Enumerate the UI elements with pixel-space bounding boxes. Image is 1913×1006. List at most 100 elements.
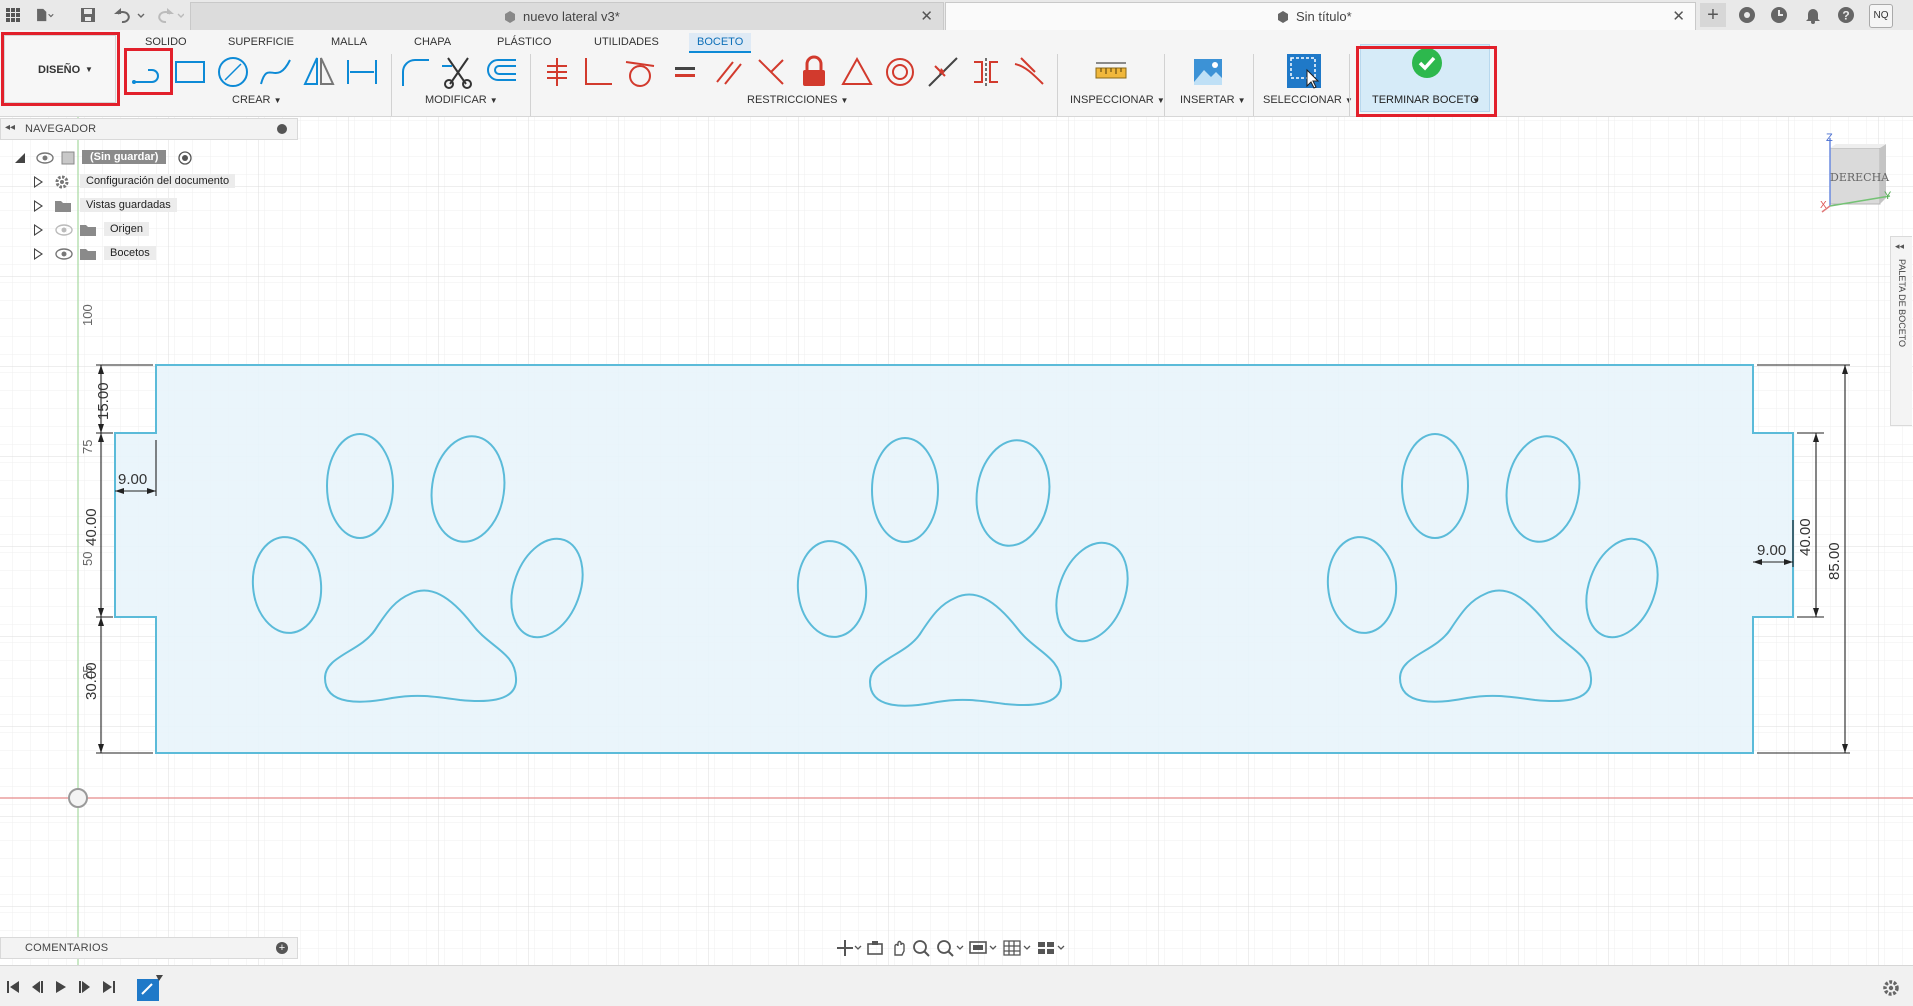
viewports-icon[interactable] <box>1036 939 1066 957</box>
timeline-next-icon[interactable] <box>78 980 92 994</box>
timeline-start-icon[interactable] <box>6 980 20 994</box>
trim-tool-icon[interactable] <box>440 54 476 90</box>
insert-image-icon[interactable] <box>1190 54 1226 90</box>
tab-plastico[interactable]: PLÁSTICO <box>489 33 559 51</box>
group-seleccionar[interactable]: SELECCIONAR ▼ <box>1263 94 1353 106</box>
expand-down-icon[interactable] <box>14 152 26 164</box>
tab-boceto[interactable]: BOCETO <box>689 33 752 53</box>
pan-hand-icon[interactable] <box>890 939 908 957</box>
expand-left-icon[interactable]: ◂◂ <box>1895 241 1904 252</box>
activate-radio-icon[interactable] <box>178 151 192 165</box>
extensions-icon[interactable] <box>1737 5 1757 25</box>
dim-bottom-height[interactable]: 30.00 <box>83 662 100 700</box>
triangle-constraint-icon[interactable] <box>839 54 875 90</box>
circle-tool-icon[interactable] <box>215 54 251 90</box>
save-icon[interactable] <box>78 5 98 25</box>
user-avatar[interactable]: NQ <box>1869 4 1893 28</box>
app-grid-icon[interactable] <box>3 5 23 25</box>
sketch-canvas[interactable]: 100 75 50 25 15.00 9.00 40.00 30.00 9.00… <box>0 0 1913 1005</box>
navigator-item-config[interactable]: Configuración del documento <box>30 172 260 192</box>
dimension-tool-icon[interactable] <box>344 54 380 90</box>
new-tab-button[interactable]: + <box>1700 3 1726 27</box>
origin-point[interactable] <box>68 788 88 808</box>
expand-right-icon[interactable] <box>34 224 43 236</box>
navigator-minimize-icon[interactable] <box>277 124 287 134</box>
parallel-constraint-icon[interactable] <box>711 54 747 90</box>
dim-left-tab-height[interactable]: 40.00 <box>83 508 100 546</box>
redo-icon[interactable] <box>150 5 184 25</box>
close-tab-icon[interactable]: ✕ <box>1672 7 1685 25</box>
sketch-profile[interactable] <box>114 364 1794 754</box>
timeline-sketch-feature-icon[interactable] <box>136 974 164 1002</box>
dim-top-notch-height[interactable]: 15.00 <box>95 382 112 420</box>
group-insertar[interactable]: INSERTAR ▼ <box>1180 94 1246 106</box>
notifications-bell-icon[interactable] <box>1803 5 1823 25</box>
document-tab-sin-titulo[interactable]: Sin título* ✕ <box>945 2 1696 30</box>
file-menu-icon[interactable] <box>34 5 54 25</box>
folder-icon <box>55 201 71 212</box>
perpendicular-constraint-icon[interactable] <box>753 54 789 90</box>
document-tab-nuevo-lateral[interactable]: nuevo lateral v3* ✕ <box>190 2 944 30</box>
fillet-tool-icon[interactable] <box>397 54 433 90</box>
collapse-panel-icon[interactable]: ◂◂ <box>5 122 15 133</box>
navigator-item-saved-views[interactable]: Vistas guardadas <box>30 196 260 216</box>
group-restricciones[interactable]: RESTRICCIONES ▼ <box>747 94 848 106</box>
sketch-palette-tab[interactable]: ◂◂ PALETA DE BOCETO <box>1890 236 1912 426</box>
visibility-eye-hidden-icon[interactable] <box>55 223 73 237</box>
mirror-tool-icon[interactable] <box>301 54 337 90</box>
expand-right-icon[interactable] <box>34 248 43 260</box>
coincident-constraint-icon[interactable] <box>580 54 616 90</box>
group-inspeccionar[interactable]: INSPECCIONAR ▼ <box>1070 94 1165 106</box>
job-status-icon[interactable] <box>1769 5 1789 25</box>
add-comment-icon[interactable]: + <box>276 942 288 954</box>
tab-superficie[interactable]: SUPERFICIE <box>220 33 302 51</box>
visibility-eye-icon[interactable] <box>55 247 73 261</box>
group-modificar[interactable]: MODIFICAR ▼ <box>425 94 498 106</box>
help-icon[interactable]: ? <box>1836 5 1856 25</box>
display-settings-icon[interactable] <box>968 939 998 957</box>
dim-left-notch-width[interactable]: 9.00 <box>118 471 147 488</box>
midpoint-constraint-icon[interactable] <box>925 54 961 90</box>
zoom-icon[interactable] <box>912 939 932 957</box>
timeline-end-icon[interactable] <box>102 980 116 994</box>
timeline-settings-gear-icon[interactable] <box>1882 979 1900 997</box>
offset-tool-icon[interactable] <box>484 54 520 90</box>
grid-settings-icon[interactable] <box>1002 939 1032 957</box>
navigator-item-origin[interactable]: Origen <box>30 220 260 240</box>
measure-ruler-icon[interactable] <box>1093 54 1129 90</box>
viewcube[interactable]: Z Y X DERECHA <box>1818 132 1898 214</box>
symmetry-constraint-icon[interactable] <box>968 54 1004 90</box>
fix-constraint-lock-icon[interactable] <box>796 54 832 90</box>
equal-constraint-icon[interactable] <box>667 54 703 90</box>
timeline-previous-icon[interactable] <box>30 980 44 994</box>
expand-right-icon[interactable] <box>34 200 43 212</box>
timeline-play-icon[interactable] <box>54 980 68 994</box>
look-at-icon[interactable] <box>866 939 884 957</box>
horizontal-vertical-constraint-icon[interactable] <box>539 54 575 90</box>
tangent-constraint-icon[interactable] <box>622 54 658 90</box>
orbit-icon[interactable] <box>836 939 862 957</box>
dim-right-tab-height[interactable]: 40.00 <box>1797 518 1814 556</box>
tab-utilidades[interactable]: UTILIDADES <box>586 33 667 51</box>
rectangle-tool-icon[interactable] <box>172 54 208 90</box>
axis-label-75: 75 <box>80 440 95 454</box>
close-tab-icon[interactable]: ✕ <box>920 7 933 25</box>
undo-icon[interactable] <box>112 5 146 25</box>
navigator-header[interactable]: ◂◂ NAVEGADOR <box>0 118 298 140</box>
dim-total-height[interactable]: 85.00 <box>1826 542 1843 580</box>
visibility-eye-icon[interactable] <box>36 151 54 165</box>
expand-right-icon[interactable] <box>34 176 43 188</box>
comments-header[interactable]: COMENTARIOS + <box>0 937 298 959</box>
select-window-icon[interactable] <box>1285 52 1323 90</box>
navigator-root[interactable]: (Sin guardar) <box>14 148 214 168</box>
concentric-constraint-icon[interactable] <box>882 54 918 90</box>
group-crear-label: CREAR <box>232 94 271 106</box>
dim-right-notch-width[interactable]: 9.00 <box>1757 542 1786 559</box>
group-crear[interactable]: CREAR ▼ <box>232 94 282 106</box>
fit-zoom-icon[interactable] <box>936 939 964 957</box>
spline-tool-icon[interactable] <box>258 54 294 90</box>
tab-chapa[interactable]: CHAPA <box>406 33 459 51</box>
navigator-item-sketches[interactable]: Bocetos <box>30 244 260 264</box>
tab-malla[interactable]: MALLA <box>323 33 375 51</box>
curvature-constraint-icon[interactable] <box>1011 54 1047 90</box>
